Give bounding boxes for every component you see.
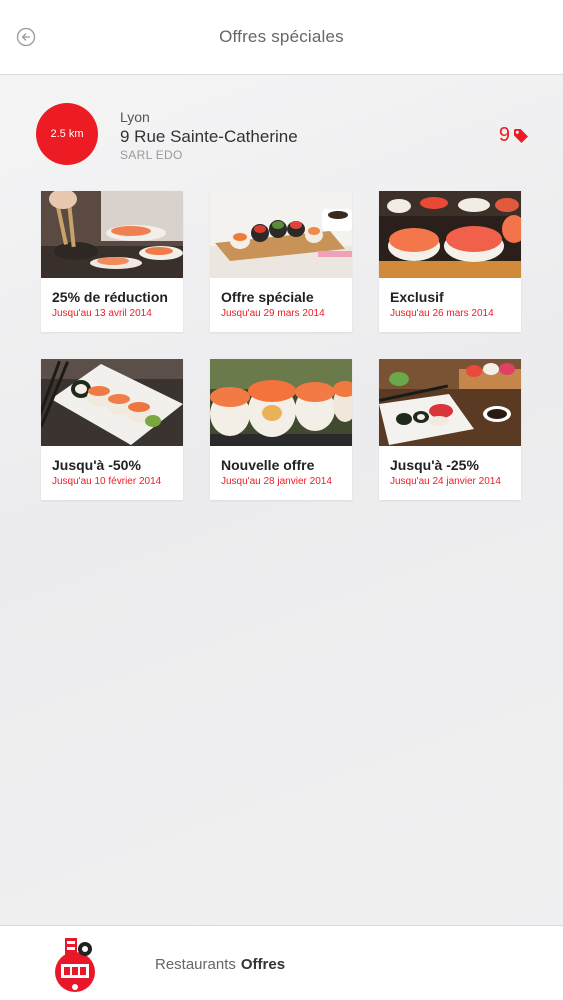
page-title: Offres spéciales [219,27,344,46]
company-name: SARL EDO [120,148,183,162]
bottom-tabs: Restaurants Offres [155,956,285,973]
offer-date: Jusqu'au 13 avril 2014 [52,308,152,319]
offer-image [210,191,352,278]
offer-title: Exclusif [390,289,444,305]
offer-card[interactable]: Jusqu'à -25% Jusqu'au 24 janvier 2014 [379,359,521,500]
offer-date: Jusqu'au 10 février 2014 [52,476,162,487]
offer-image [210,359,352,446]
location-block: 2.5 km Lyon 9 Rue Sainte-Catherine SARL … [0,100,563,180]
offers-grid: 25% de réduction Jusqu'au 13 avril 2014 … [41,191,521,500]
offer-title: Jusqu'à -50% [52,457,141,473]
offer-image [41,191,183,278]
tab-restaurants[interactable]: Restaurants [155,956,236,973]
offer-card[interactable]: Jusqu'à -50% Jusqu'au 10 février 2014 [41,359,183,500]
offer-date: Jusqu'au 24 janvier 2014 [390,476,501,487]
offer-count[interactable]: 9 [499,124,529,147]
offer-title: Nouvelle offre [221,457,315,473]
offer-card[interactable]: Exclusif Jusqu'au 26 mars 2014 [379,191,521,332]
offer-title: Offre spéciale [221,289,314,305]
offer-image [41,359,183,446]
offer-card[interactable]: Offre spéciale Jusqu'au 29 mars 2014 [210,191,352,332]
bottom-bar: Restaurants Offres [0,925,563,1000]
offer-title: 25% de réduction [52,289,168,305]
tab-offres[interactable]: Offres [241,956,285,973]
offer-image [379,191,521,278]
offer-title: Jusqu'à -25% [390,457,479,473]
offer-date: Jusqu'au 29 mars 2014 [221,308,325,319]
restaurant-logo[interactable] [52,936,98,994]
offer-date: Jusqu'au 26 mars 2014 [390,308,494,319]
street-address: 9 Rue Sainte-Catherine [120,127,298,146]
top-bar: Offres spéciales [0,0,563,75]
offer-image [379,359,521,446]
offer-card[interactable]: Nouvelle offre Jusqu'au 28 janvier 2014 [210,359,352,500]
back-arrow-icon[interactable] [16,27,36,47]
offer-date: Jusqu'au 28 janvier 2014 [221,476,332,487]
tag-icon [514,128,528,143]
offer-card[interactable]: 25% de réduction Jusqu'au 13 avril 2014 [41,191,183,332]
offer-count-value: 9 [498,124,510,146]
distance-badge: 2.5 km [36,103,98,165]
city-label: Lyon [120,109,150,125]
